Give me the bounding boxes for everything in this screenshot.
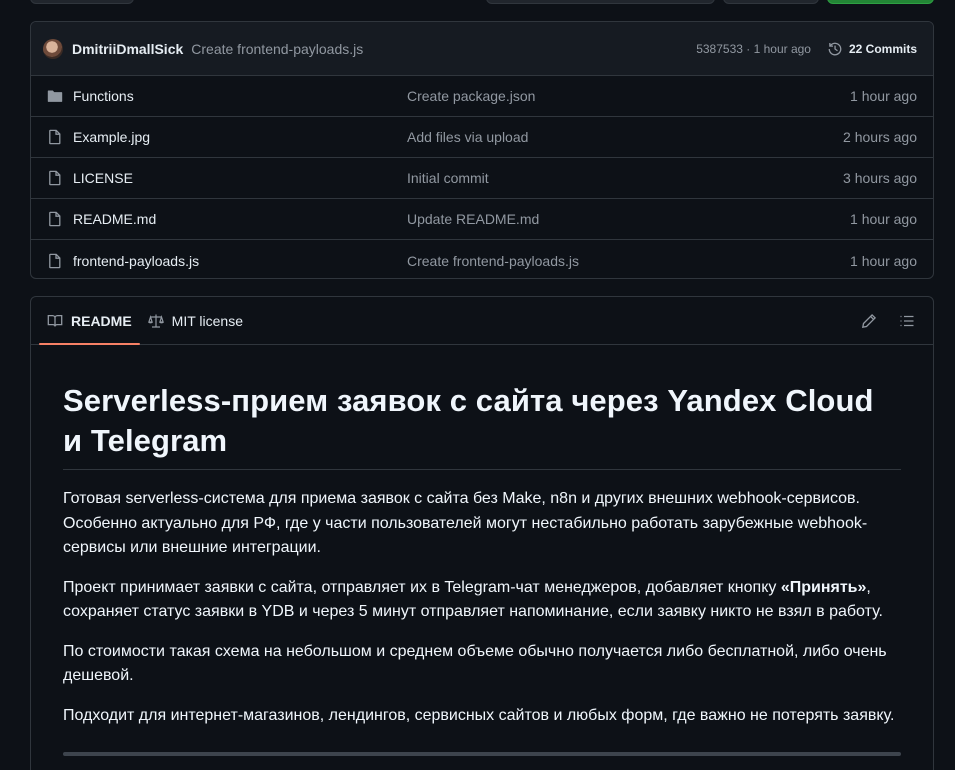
file-time: 1 hour ago <box>850 252 917 269</box>
horizontal-rule <box>63 752 901 756</box>
file-row[interactable]: frontend-payloads.js Create frontend-pay… <box>31 240 933 278</box>
file-list: DmitriiDmallSick Create frontend-payload… <box>30 21 934 279</box>
readme-title: Serverless-прием заявок с сайта через Ya… <box>63 381 901 470</box>
readme-paragraph-3: По стоимости такая схема на небольшом и … <box>63 642 887 685</box>
outline-list-icon[interactable] <box>899 313 915 329</box>
readme-paragraph-4: Подходит для интернет-магазинов, лендинг… <box>63 706 895 724</box>
file-time: 1 hour ago <box>850 88 917 104</box>
tab-license[interactable]: MIT license <box>140 297 251 344</box>
readme-tabs: README MIT license <box>31 297 933 345</box>
add-file-button[interactable] <box>723 0 819 4</box>
file-time: 3 hours ago <box>843 170 917 186</box>
tab-license-label: MIT license <box>171 312 243 329</box>
folder-icon <box>47 90 63 102</box>
file-row[interactable]: Example.jpg Add files via upload 2 hours… <box>31 117 933 158</box>
paragraph-text: Проект принимает заявки с сайта, отправл… <box>63 578 781 596</box>
readme-panel: README MIT license Serverless-прием заяв… <box>30 296 934 770</box>
file-commit-message[interactable]: Add files via upload <box>407 129 528 145</box>
file-time: 2 hours ago <box>843 129 917 145</box>
history-icon <box>828 42 842 55</box>
code-button[interactable] <box>827 0 934 4</box>
file-name[interactable]: Example.jpg <box>73 129 408 145</box>
file-commit-message[interactable]: Initial commit <box>407 170 489 186</box>
file-row[interactable]: Functions Create package.json 1 hour ago <box>31 76 933 117</box>
commits-link[interactable]: 22 Commits <box>827 41 917 57</box>
pencil-icon[interactable] <box>861 313 877 329</box>
file-icon <box>49 211 61 227</box>
file-time: 1 hour ago <box>850 211 917 227</box>
accept-button-label: «Принять» <box>780 578 867 596</box>
file-commit-message[interactable]: Update README.md <box>407 211 539 227</box>
file-name[interactable]: Functions <box>73 88 408 104</box>
scale-icon <box>147 314 164 328</box>
branch-button[interactable] <box>30 0 134 4</box>
file-commit-message[interactable]: Create package.json <box>407 88 535 104</box>
readme-paragraph-2: Проект принимает заявки с сайта, отправл… <box>63 576 901 625</box>
readme-paragraph-1: Готовая serverless-система для приема за… <box>63 490 868 556</box>
file-row[interactable]: LICENSE Initial commit 3 hours ago <box>31 158 933 199</box>
avatar[interactable] <box>43 38 63 59</box>
commit-message[interactable]: Create frontend-payloads.js <box>191 41 363 57</box>
commits-count: 22 Commits <box>848 41 917 56</box>
go-to-file-button[interactable] <box>486 0 715 4</box>
latest-commit-bar: DmitriiDmallSick Create frontend-payload… <box>31 22 933 76</box>
book-icon <box>47 314 63 327</box>
file-name[interactable]: README.md <box>73 211 408 227</box>
commit-meta[interactable]: 5387533 · 1 hour ago <box>696 42 811 56</box>
file-icon <box>49 129 61 145</box>
commit-author[interactable]: DmitriiDmallSick <box>72 41 183 57</box>
file-name[interactable]: LICENSE <box>73 170 408 186</box>
tab-readme-label: README <box>71 312 132 329</box>
file-icon <box>49 170 61 186</box>
readme-content: Serverless-прием заявок с сайта через Ya… <box>31 345 933 756</box>
file-icon <box>49 253 61 268</box>
file-row[interactable]: README.md Update README.md 1 hour ago <box>31 199 933 240</box>
file-commit-message[interactable]: Create frontend-payloads.js <box>407 253 579 269</box>
tab-readme[interactable]: README <box>39 297 140 345</box>
file-name[interactable]: frontend-payloads.js <box>73 253 408 269</box>
